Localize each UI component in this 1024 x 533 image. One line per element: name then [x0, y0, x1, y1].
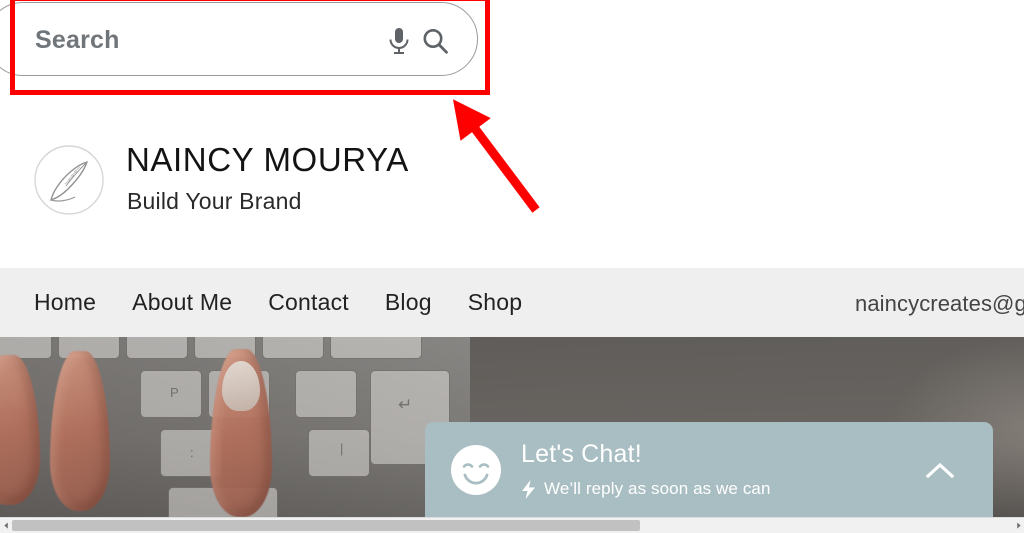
page-title: NAINCY MOURYA — [126, 141, 409, 178]
chat-title: Let's Chat! — [521, 440, 642, 468]
chevron-up-icon[interactable] — [921, 460, 959, 484]
nav-item-home[interactable]: Home — [34, 289, 96, 316]
scroll-left-arrow[interactable] — [0, 518, 12, 533]
contact-email[interactable]: naincycreates@g — [855, 291, 1024, 317]
microphone-icon[interactable] — [386, 27, 412, 55]
site-branding: NAINCY MOURYA Build Your Brand — [0, 140, 560, 240]
scrollbar-thumb[interactable] — [12, 520, 640, 531]
chat-subtitle-row: We’ll reply as soon as we can — [521, 479, 771, 499]
horizontal-scrollbar[interactable] — [0, 517, 1024, 533]
chat-widget[interactable]: Let's Chat! We’ll reply as soon as we ca… — [425, 422, 993, 517]
search-placeholder-text: Search — [35, 26, 120, 54]
nav-item-about-me[interactable]: About Me — [132, 289, 232, 316]
nav-item-list: Home About Me Contact Blog Shop — [34, 289, 522, 316]
lightning-bolt-icon — [521, 479, 536, 499]
chat-subtitle: We’ll reply as soon as we can — [544, 479, 771, 498]
nav-item-blog[interactable]: Blog — [385, 289, 432, 316]
smiley-face-icon — [451, 445, 501, 495]
nav-item-shop[interactable]: Shop — [468, 289, 523, 316]
search-area: Search — [0, 0, 500, 96]
search-icon[interactable] — [421, 27, 449, 55]
brand-tagline: Build Your Brand — [127, 188, 302, 214]
scroll-right-arrow[interactable] — [1012, 518, 1024, 533]
browser-page: Search NAINCY MOURYA Build Your Brand Ho… — [0, 0, 1024, 533]
nav-item-contact[interactable]: Contact — [268, 289, 349, 316]
quill-pen-logo-icon[interactable] — [33, 144, 105, 216]
search-input[interactable]: Search — [0, 2, 478, 76]
